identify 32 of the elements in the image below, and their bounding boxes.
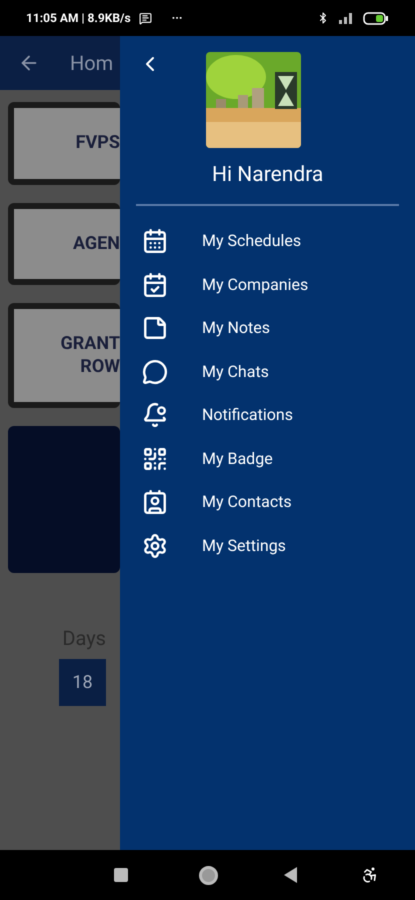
- banner-title: ROW: [80, 356, 120, 378]
- bluetooth-icon: [317, 12, 329, 24]
- calendar-icon: [142, 228, 168, 254]
- back-icon[interactable]: [284, 867, 298, 883]
- accessibility-icon[interactable]: [361, 866, 379, 884]
- banner-title: FVPS: [76, 132, 120, 154]
- menu-item[interactable]: My Companies: [136, 263, 399, 306]
- settings-icon: [142, 532, 168, 559]
- menu-item[interactable]: My Schedules: [136, 220, 399, 263]
- qr-code-icon: [142, 446, 168, 472]
- status-text: 11:05 AM | 8.9KB/s: [26, 10, 131, 27]
- signal-icon: [337, 12, 355, 24]
- chat-bubble-icon: [142, 358, 168, 385]
- contact-card-icon: [142, 489, 168, 516]
- menu-item[interactable]: My Notes: [136, 306, 399, 350]
- banner-title: AGEN: [72, 232, 120, 255]
- menu-item[interactable]: Notifications: [136, 394, 399, 437]
- home-icon[interactable]: [199, 866, 218, 884]
- countdown-value: 18: [59, 659, 106, 706]
- bell-icon: [142, 402, 168, 428]
- banner-title: GRANT: [60, 333, 120, 356]
- menu-item[interactable]: My Badge: [136, 437, 399, 480]
- more-text: ···: [172, 10, 182, 27]
- note-icon: [142, 315, 168, 342]
- message-icon: [138, 12, 152, 24]
- greeting-text: Hi Narendra: [212, 162, 324, 189]
- battery-icon: [363, 12, 389, 24]
- calendar-check-icon: [142, 272, 168, 298]
- menu-item[interactable]: My Contacts: [136, 480, 399, 524]
- header-title: Hom: [70, 50, 114, 77]
- menu-item[interactable]: My Chats: [136, 350, 399, 394]
- menu-item[interactable]: My Settings: [136, 524, 399, 568]
